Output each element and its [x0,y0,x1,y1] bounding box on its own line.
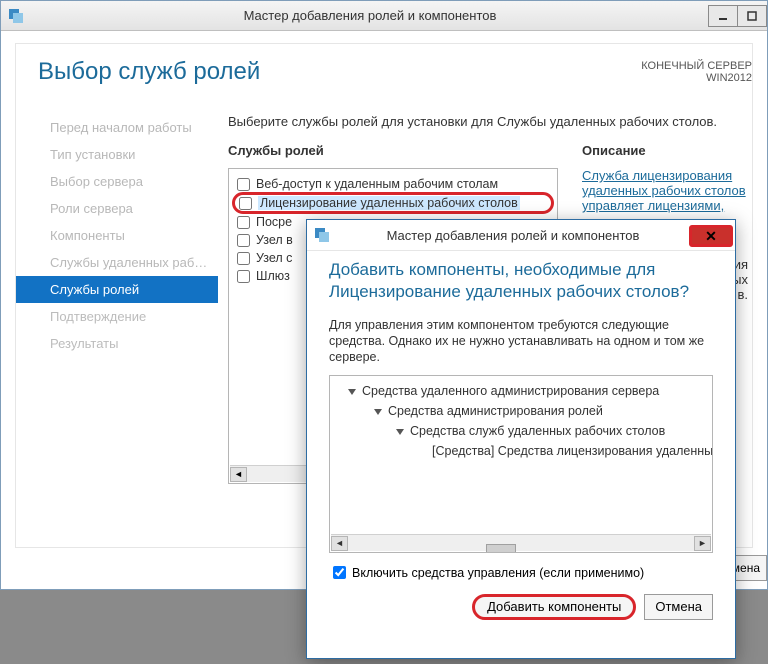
nav-steps: Перед началом работыТип установкиВыбор с… [16,114,218,547]
role-checkbox[interactable] [237,234,250,247]
dialog-app-icon [307,227,337,243]
dialog-buttons: Добавить компоненты Отмена [329,594,713,620]
dialog-cancel-button[interactable]: Отмена [644,594,713,620]
nav-step[interactable]: Службы ролей [16,276,218,303]
dialog-tree[interactable]: Средства удаленного администрирования се… [329,375,713,553]
nav-step[interactable]: Компоненты [16,222,218,249]
target-server-label: КОНЕЧНЫЙ СЕРВЕР WIN2012 [641,60,752,84]
add-features-dialog: Мастер добавления ролей и компонентов ✕ … [306,219,736,659]
tree-node[interactable]: Средства администрирования ролей [336,404,706,418]
include-tools-input[interactable] [333,566,346,579]
dialog-hscrollbar[interactable]: ◄ ► [331,534,711,551]
role-checkbox[interactable] [237,178,250,191]
role-label: Веб-доступ к удаленным рабочим столам [256,177,498,191]
dialog-heading: Добавить компоненты, необходимые для Лиц… [329,259,713,303]
nav-step[interactable]: Службы удаленных рабо... [16,249,218,276]
dialog-title: Мастер добавления ролей и компонентов [337,228,689,243]
tree-node[interactable]: Средства служб удаленных рабочих столов [336,424,706,438]
minimize-button[interactable] [708,5,738,27]
app-icon [1,8,31,24]
role-label: Лицензирование удаленных рабочих столов [258,196,520,210]
expand-icon[interactable] [348,389,356,395]
maximize-button[interactable] [737,5,767,27]
role-checkbox[interactable] [237,270,250,283]
window-buttons [709,5,767,27]
dialog-close-button[interactable]: ✕ [689,225,733,247]
scroll-thumb[interactable] [486,544,516,553]
scroll-right-icon[interactable]: ► [694,536,711,551]
role-label: Узел с [256,251,292,265]
role-label: Узел в [256,233,293,247]
window-title: Мастер добавления ролей и компонентов [31,8,709,23]
nav-step[interactable]: Выбор сервера [16,168,218,195]
nav-step[interactable]: Тип установки [16,141,218,168]
dialog-body: Добавить компоненты, необходимые для Лиц… [307,250,735,628]
role-item[interactable]: Лицензирование удаленных рабочих столов [232,192,554,214]
role-checkbox[interactable] [237,252,250,265]
description-link[interactable]: Служба лицензирования удаленных рабочих … [582,168,746,213]
description-header: Описание [582,143,748,158]
dialog-message: Для управления этим компонентом требуютс… [329,317,713,365]
include-tools-label: Включить средства управления (если приме… [352,566,644,580]
titlebar: Мастер добавления ролей и компонентов [1,1,767,31]
expand-icon[interactable] [396,429,404,435]
role-label: Посре [256,215,292,229]
scroll-left-icon[interactable]: ◄ [230,467,247,482]
include-tools-checkbox[interactable]: Включить средства управления (если приме… [329,563,713,582]
role-checkbox[interactable] [239,197,252,210]
nav-step: Результаты [16,330,218,357]
nav-step: Подтверждение [16,303,218,330]
expand-icon[interactable] [374,409,382,415]
nav-step[interactable]: Роли сервера [16,195,218,222]
add-features-button[interactable]: Добавить компоненты [472,594,636,620]
dialog-titlebar: Мастер добавления ролей и компонентов ✕ [307,220,735,250]
roles-header: Службы ролей [228,143,558,158]
role-checkbox[interactable] [237,216,250,229]
nav-step[interactable]: Перед началом работы [16,114,218,141]
role-item[interactable]: Веб-доступ к удаленным рабочим столам [233,175,553,193]
tree-node[interactable]: Средства удаленного администрирования се… [336,384,706,398]
role-label: Шлюз [256,269,290,283]
page-heading: Выбор служб ролей [38,58,260,86]
scroll-left-icon[interactable]: ◄ [331,536,348,551]
tree-node[interactable]: [Средства] Средства лицензирования удале… [336,444,706,458]
instruction-text: Выберите службы ролей для установки для … [228,114,748,129]
